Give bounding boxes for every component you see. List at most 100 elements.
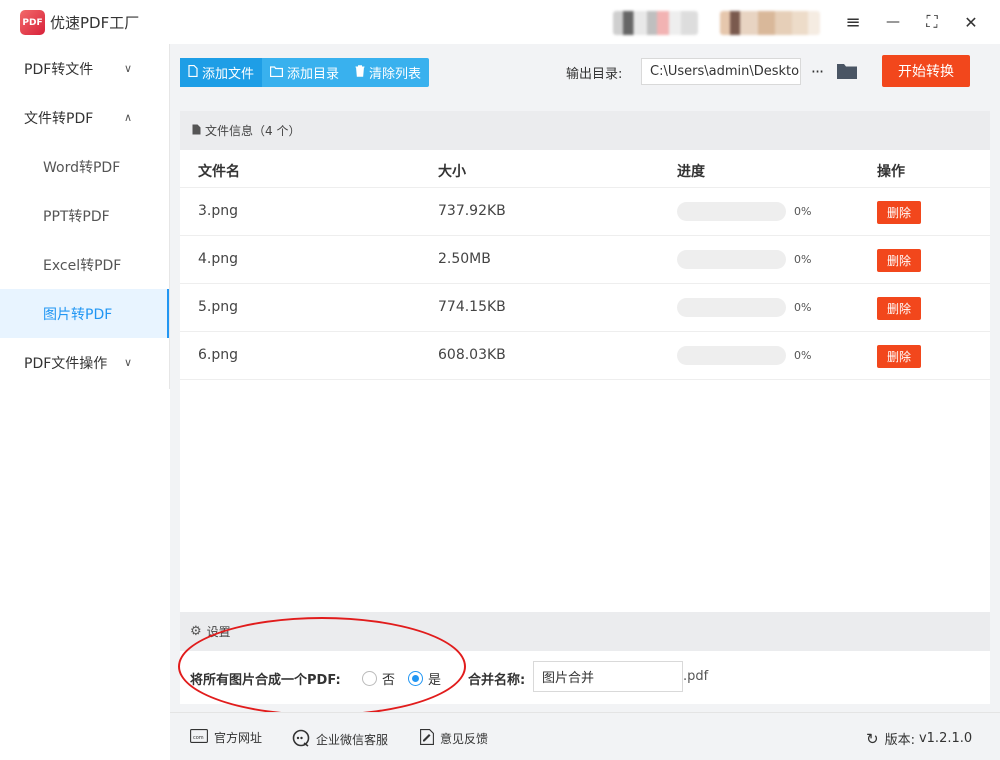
table-row: 4.png 2.50MB 0% 删除 — [180, 236, 990, 284]
feedback-icon — [420, 729, 434, 748]
title-bar: PDF 优速PDF工厂 ≡ — ⛶ ✕ — [0, 0, 1000, 44]
progress-percent: 0% — [794, 253, 812, 266]
trash-icon — [355, 65, 365, 80]
add-file-button[interactable]: 添加文件 — [180, 58, 263, 87]
settings-title: 设置 — [206, 625, 231, 639]
file-icon — [188, 64, 198, 80]
file-button-group: 添加文件 添加目录 清除列表 — [180, 58, 430, 87]
official-website-link[interactable]: com 官方网址 — [190, 729, 262, 746]
table-row: 5.png 774.15KB 0% 删除 — [180, 284, 990, 332]
column-size: 大小 — [438, 164, 466, 180]
version-number: v1.2.1.0 — [918, 731, 973, 746]
file-name: 6.png — [198, 347, 239, 363]
file-size: 774.15KB — [438, 299, 506, 315]
chevron-up-icon: ∧ — [124, 111, 133, 124]
wechat-support-link[interactable]: 企业微信客服 — [292, 729, 388, 750]
more-options-icon[interactable]: ··· — [806, 58, 828, 85]
main-area: 添加文件 添加目录 清除列表 输出目录: C:\Users\admin\Desk… — [170, 44, 1000, 760]
sidebar-item-label: 文件转PDF — [24, 110, 94, 127]
sidebar-item-file-to-pdf[interactable]: 文件转PDF ∧ — [0, 93, 169, 142]
merge-pdf-label: 将所有图片合成一个PDF: — [190, 673, 341, 688]
toolbar: 添加文件 添加目录 清除列表 输出目录: C:\Users\admin\Desk… — [170, 44, 1000, 101]
pdf-extension-label: .pdf — [683, 669, 709, 684]
start-convert-button[interactable]: 开始转换 — [882, 55, 970, 87]
sidebar-item-label: PDF转文件 — [24, 61, 94, 78]
radio-label: 否 — [382, 673, 396, 688]
refresh-icon[interactable]: ↻ — [866, 730, 879, 748]
sidebar-item-label: 图片转PDF — [43, 306, 113, 323]
clear-list-label: 清除列表 — [369, 67, 422, 82]
app-title: 优速PDF工厂 — [50, 14, 140, 32]
sidebar-item-ppt-to-pdf[interactable]: PPT转PDF — [0, 191, 169, 240]
blurred-user-info — [613, 11, 698, 35]
sidebar-item-label: Word转PDF — [43, 159, 121, 176]
progress-bar — [677, 202, 786, 221]
column-action: 操作 — [877, 164, 905, 180]
sidebar-item-label: Excel转PDF — [43, 257, 122, 274]
add-directory-button[interactable]: 添加目录 — [262, 58, 347, 87]
progress-percent: 0% — [794, 301, 812, 314]
progress-percent: 0% — [794, 349, 812, 362]
file-size: 737.92KB — [438, 203, 506, 219]
radio-label: 是 — [428, 673, 442, 688]
footer: com 官方网址 企业微信客服 意见反馈 ↻ 版本: v1.2.1.0 — [170, 712, 1000, 760]
sidebar-item-pdf-operations[interactable]: PDF文件操作 ∨ — [0, 338, 169, 387]
file-name: 4.png — [198, 251, 239, 267]
wechat-label: 企业微信客服 — [316, 733, 389, 747]
radio-circle — [408, 671, 423, 686]
svg-text:com: com — [193, 735, 204, 741]
progress-bar — [677, 250, 786, 269]
minimize-icon[interactable]: — — [878, 8, 908, 36]
settings-header: ⚙ 设置 — [180, 612, 990, 651]
delete-button[interactable]: 删除 — [877, 345, 921, 368]
delete-button[interactable]: 删除 — [877, 249, 921, 272]
merge-option-yes-radio[interactable]: 是 — [408, 669, 441, 688]
settings-panel: ⚙ 设置 将所有图片合成一个PDF: 否 是 合并名称: .pdf — [180, 612, 990, 704]
file-name: 3.png — [198, 203, 239, 219]
progress-percent: 0% — [794, 205, 812, 218]
column-progress: 进度 — [677, 164, 705, 180]
sidebar-item-word-to-pdf[interactable]: Word转PDF — [0, 142, 169, 191]
app-logo-icon: PDF — [20, 10, 45, 35]
file-name: 5.png — [198, 299, 239, 315]
sidebar-item-label: PPT转PDF — [43, 208, 110, 225]
delete-button[interactable]: 删除 — [877, 201, 921, 224]
close-icon[interactable]: ✕ — [956, 8, 986, 36]
maximize-icon[interactable]: ⛶ — [917, 8, 947, 36]
file-size: 608.03KB — [438, 347, 506, 363]
merge-option-no-radio[interactable]: 否 — [362, 669, 395, 688]
table-header: 文件名 大小 进度 操作 — [180, 150, 990, 188]
chevron-down-icon: ∨ — [124, 62, 133, 75]
output-dir-field[interactable]: C:\Users\admin\Deskto — [641, 58, 801, 85]
sidebar-item-excel-to-pdf[interactable]: Excel转PDF — [0, 240, 169, 289]
sidebar-item-pdf-to-file[interactable]: PDF转文件 ∨ — [0, 44, 169, 93]
output-dir-label: 输出目录: — [566, 67, 623, 82]
merge-name-input[interactable] — [533, 661, 683, 692]
gear-icon: ⚙ — [190, 624, 202, 639]
delete-button[interactable]: 删除 — [877, 297, 921, 320]
feedback-link[interactable]: 意见反馈 — [420, 729, 488, 748]
sidebar-item-label: PDF文件操作 — [24, 355, 108, 372]
progress-bar — [677, 346, 786, 365]
file-panel: 文件信息（4 个） 文件名 大小 进度 操作 3.png 737.92KB 0%… — [180, 111, 990, 651]
folder-icon[interactable] — [836, 62, 858, 80]
merge-name-label: 合并名称: — [468, 673, 526, 688]
add-file-label: 添加文件 — [202, 67, 255, 82]
add-directory-label: 添加目录 — [287, 67, 340, 82]
sidebar: PDF转文件 ∨ 文件转PDF ∧ Word转PDF PPT转PDF Excel… — [0, 44, 170, 389]
version-label: 版本: — [884, 733, 915, 748]
sidebar-item-image-to-pdf[interactable]: 图片转PDF — [0, 289, 169, 338]
website-label: 官方网址 — [214, 731, 263, 745]
blurred-account-info — [720, 11, 820, 35]
chevron-down-icon: ∨ — [124, 356, 133, 369]
feedback-label: 意见反馈 — [440, 732, 489, 746]
menu-icon[interactable]: ≡ — [838, 8, 868, 36]
column-name: 文件名 — [198, 164, 240, 180]
table-row: 3.png 737.92KB 0% 删除 — [180, 188, 990, 236]
website-icon: com — [190, 729, 208, 746]
progress-bar — [677, 298, 786, 317]
file-info-title: 文件信息（4 个） — [205, 124, 301, 138]
chat-bubble-icon — [292, 729, 310, 750]
file-size: 2.50MB — [438, 251, 491, 267]
clear-list-button[interactable]: 清除列表 — [347, 58, 429, 87]
